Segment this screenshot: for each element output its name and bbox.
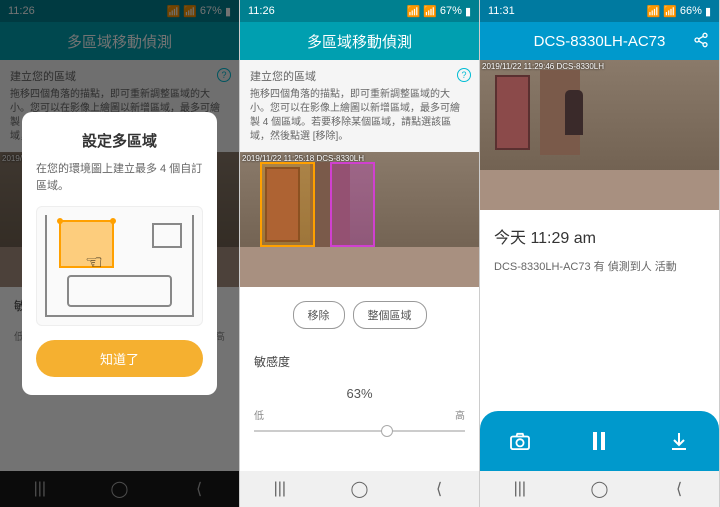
back-button[interactable]: ⟨ xyxy=(670,480,688,498)
zone-buttons: 移除 整個區域 xyxy=(240,287,479,343)
illustration: ☜ xyxy=(36,206,203,326)
camera-preview[interactable]: 2019/11/22 11:25:18 DCS-8330LH xyxy=(240,152,479,287)
snapshot-button[interactable] xyxy=(507,430,533,452)
status-icons: 📶 📶 66% ▮ xyxy=(646,5,711,18)
app-bar: DCS-8330LH-AC73 xyxy=(480,22,719,60)
sensitivity-control: 63% 低 高 xyxy=(240,386,479,432)
sub-desc: 拖移四個角落的描點，即可重新調整區域的大小。您可以在影像上繪圖以新增區域，最多可… xyxy=(250,88,469,144)
confirm-button[interactable]: 知道了 xyxy=(36,340,203,377)
modal-overlay[interactable]: 設定多區域 在您的環境圖上建立最多 4 個自訂區域。 ☜ 知道了 xyxy=(0,0,239,507)
slider-thumb[interactable] xyxy=(381,425,393,437)
event-time: 今天 11:29 am xyxy=(494,224,705,248)
android-nav: ||| ◯ ⟨ xyxy=(240,471,479,507)
sensitivity-value: 63% xyxy=(254,386,465,401)
back-button[interactable]: ⟨ xyxy=(430,480,448,498)
instruction-panel: 建立您的區域 拖移四個角落的描點，即可重新調整區域的大小。您可以在影像上繪圖以新… xyxy=(240,60,479,152)
status-icons: 📶 📶 67% ▮ xyxy=(406,5,471,18)
recent-button[interactable]: ||| xyxy=(511,480,529,498)
android-nav: ||| ◯ ⟨ xyxy=(480,471,719,507)
pause-button[interactable] xyxy=(586,430,612,452)
app-bar: 多區域移動偵測 xyxy=(240,22,479,60)
event-description: DCS-8330LH-AC73 有 偵測到人 活動 xyxy=(494,258,705,274)
sub-title: 建立您的區域 xyxy=(250,68,469,84)
status-bar: 11:26 📶 📶 67% ▮ xyxy=(240,0,479,22)
sensitivity-slider[interactable] xyxy=(254,430,465,432)
detection-zone-1[interactable] xyxy=(260,162,315,247)
download-button[interactable] xyxy=(666,430,692,452)
share-icon[interactable] xyxy=(693,32,709,48)
home-button[interactable]: ◯ xyxy=(350,480,368,498)
remove-button[interactable]: 移除 xyxy=(293,301,345,329)
high-label: 高 xyxy=(455,407,465,422)
home-button[interactable]: ◯ xyxy=(590,480,608,498)
low-label: 低 xyxy=(254,407,264,422)
hand-icon: ☜ xyxy=(85,250,103,275)
playback-controls xyxy=(480,411,719,471)
event-info: 今天 11:29 am DCS-8330LH-AC73 有 偵測到人 活動 xyxy=(480,210,719,288)
detected-person xyxy=(565,90,583,135)
status-time: 11:31 xyxy=(488,5,515,17)
screen-setup-modal: 11:26 📶 📶 67% ▮ 多區域移動偵測 建立您的區域 拖移四個角落的描點… xyxy=(0,0,240,507)
status-bar: 11:31 📶 📶 66% ▮ xyxy=(480,0,719,22)
device-title: DCS-8330LH-AC73 xyxy=(534,33,666,50)
modal-title: 設定多區域 xyxy=(36,130,203,151)
event-snapshot[interactable]: 2019/11/22 11:29:46 DCS-8330LH xyxy=(480,60,719,210)
detection-zone-2[interactable] xyxy=(330,162,375,247)
recent-button[interactable]: ||| xyxy=(271,480,289,498)
screen-zones-edit: 11:26 📶 📶 67% ▮ 多區域移動偵測 建立您的區域 拖移四個角落的描點… xyxy=(240,0,480,507)
modal-desc: 在您的環境圖上建立最多 4 個自訂區域。 xyxy=(36,161,203,194)
tutorial-card: 設定多區域 在您的環境圖上建立最多 4 個自訂區域。 ☜ 知道了 xyxy=(22,112,217,395)
app-title: 多區域移動偵測 xyxy=(307,31,412,52)
status-time: 11:26 xyxy=(248,5,275,17)
screen-event-detail: 11:31 📶 📶 66% ▮ DCS-8330LH-AC73 2019/11/… xyxy=(480,0,720,507)
sensitivity-label: 敏感度 xyxy=(240,343,479,380)
help-icon[interactable]: ? xyxy=(457,68,471,82)
full-area-button[interactable]: 整個區域 xyxy=(353,301,427,329)
